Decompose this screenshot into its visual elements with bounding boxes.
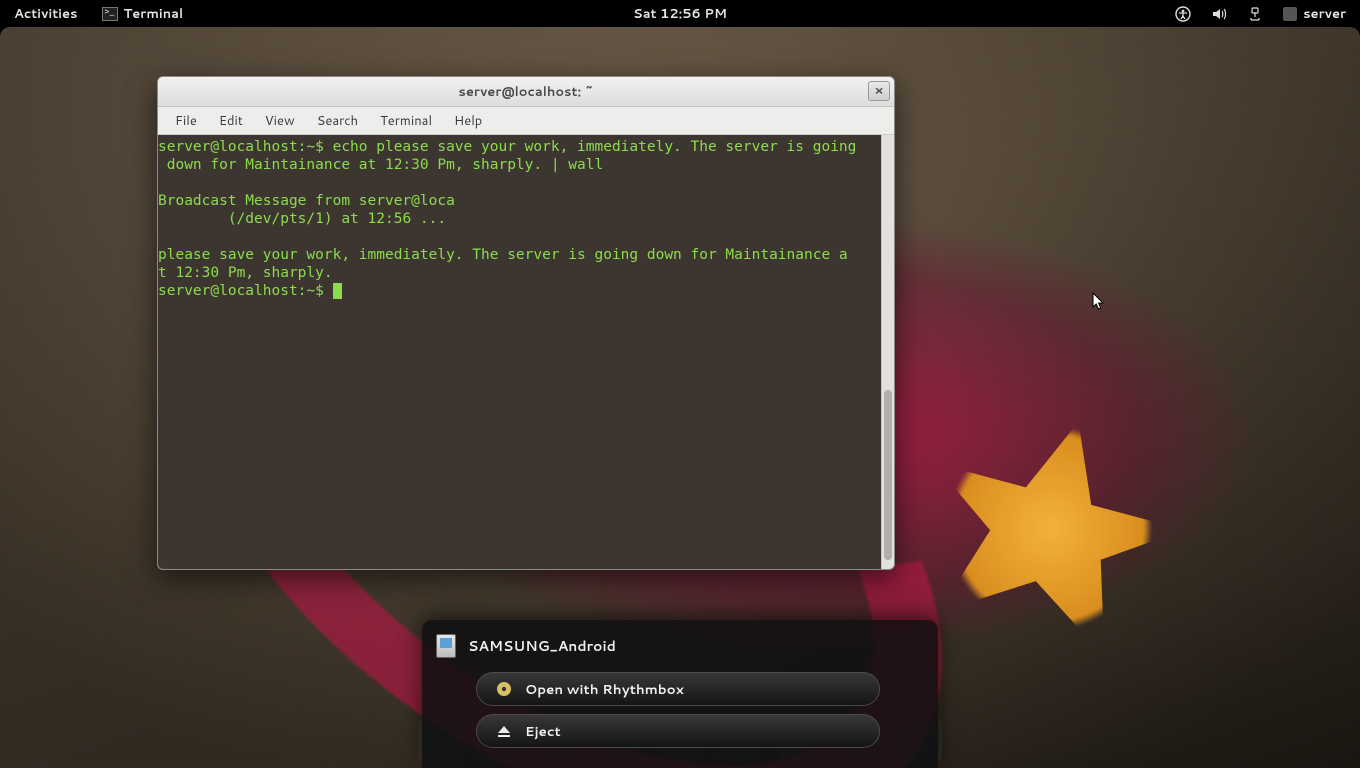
network-icon[interactable]: [1247, 6, 1263, 22]
active-app-name: Terminal: [124, 5, 184, 23]
terminal-output: server@localhost:~$ echo please save you…: [158, 138, 894, 282]
action-label: Open with Rhythmbox: [525, 680, 684, 699]
media-player-icon: [436, 634, 456, 658]
device-notification: SAMSUNG_Android Open with Rhythmbox Ejec…: [422, 620, 938, 768]
eject-icon: [495, 722, 513, 740]
notification-header: SAMSUNG_Android: [436, 634, 920, 658]
topbar-left: Activities Terminal: [0, 0, 193, 27]
terminal-prompt: server@localhost:~$: [158, 283, 333, 299]
action-label: Eject: [525, 722, 561, 741]
accessibility-icon[interactable]: [1175, 6, 1191, 22]
terminal-prompt-line: server@localhost:~$: [158, 282, 894, 300]
window-titlebar[interactable]: server@localhost: ~ ×: [158, 77, 894, 107]
close-button[interactable]: ×: [868, 81, 890, 101]
menu-file[interactable]: File: [166, 109, 206, 133]
eject-button[interactable]: Eject: [476, 714, 880, 748]
volume-icon[interactable]: [1211, 6, 1227, 22]
menu-view[interactable]: View: [256, 109, 304, 133]
menubar: File Edit View Search Terminal Help: [158, 107, 894, 135]
menu-edit[interactable]: Edit: [210, 109, 252, 133]
terminal-viewport[interactable]: server@localhost:~$ echo please save you…: [158, 135, 894, 569]
user-status-icon: [1283, 7, 1297, 21]
terminal-window: server@localhost: ~ × File Edit View Sea…: [157, 76, 895, 570]
terminal-cursor: [333, 283, 342, 299]
user-menu[interactable]: server: [1283, 5, 1346, 23]
open-with-rhythmbox-button[interactable]: Open with Rhythmbox: [476, 672, 880, 706]
top-bar: Activities Terminal Sat 12:56 PM server: [0, 0, 1360, 27]
menu-terminal[interactable]: Terminal: [371, 109, 441, 133]
active-app-indicator[interactable]: Terminal: [92, 0, 194, 27]
activities-button[interactable]: Activities: [0, 0, 92, 27]
menu-help[interactable]: Help: [445, 109, 491, 133]
notification-title: SAMSUNG_Android: [468, 636, 616, 656]
menu-search[interactable]: Search: [308, 109, 367, 133]
topbar-right: server: [1175, 5, 1360, 23]
terminal-icon: [102, 7, 118, 21]
clock[interactable]: Sat 12:56 PM: [633, 5, 727, 23]
rhythmbox-icon: [495, 680, 513, 698]
scrollbar-thumb[interactable]: [884, 390, 892, 560]
scrollbar[interactable]: [881, 135, 894, 569]
window-title: server@localhost: ~: [458, 83, 593, 101]
user-name: server: [1303, 5, 1346, 23]
desktop[interactable]: server@localhost: ~ × File Edit View Sea…: [0, 27, 1360, 768]
wallpaper-starfish: [896, 388, 1204, 668]
mouse-cursor: [1092, 292, 1106, 312]
